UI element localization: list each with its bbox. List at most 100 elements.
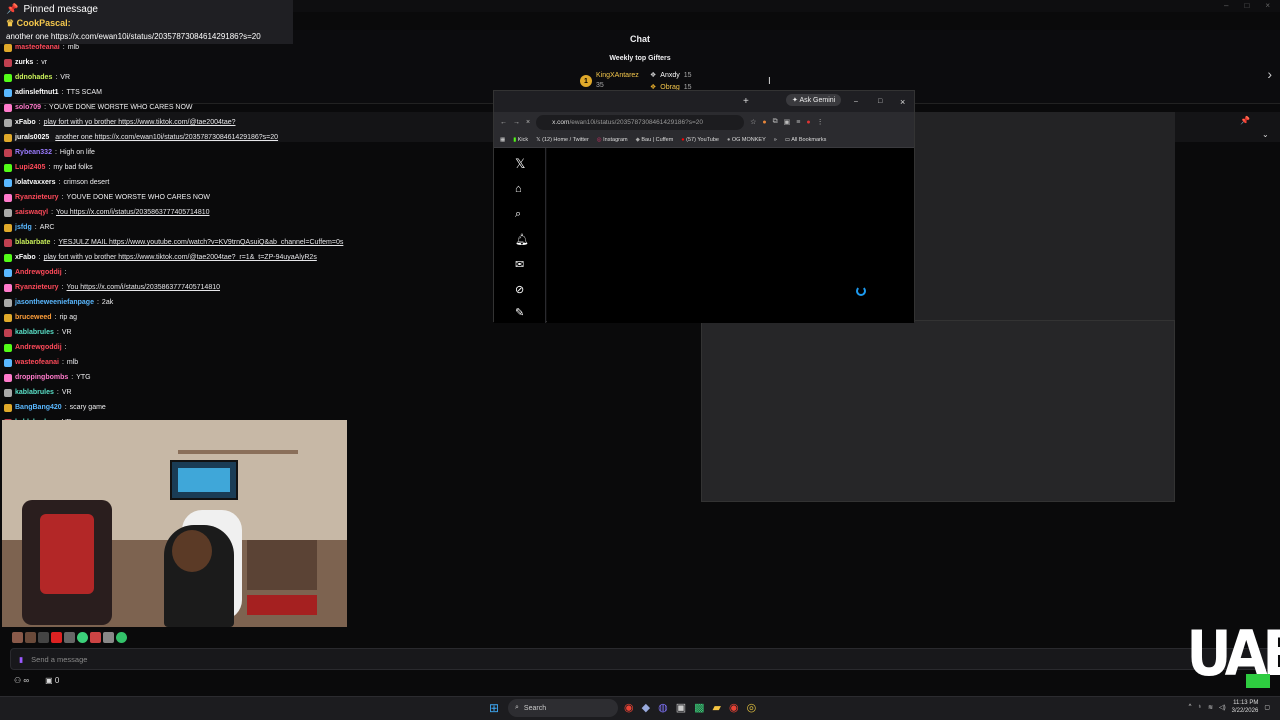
chat-username[interactable]: Andrewgoddij xyxy=(15,265,62,280)
close-icon[interactable]: × xyxy=(900,97,905,107)
chat-username[interactable]: xFabo xyxy=(15,115,36,130)
chat-username[interactable]: adinsleftnut1 xyxy=(15,85,59,100)
windows-start-icon[interactable]: ⊞ xyxy=(489,701,499,715)
steam-icon[interactable]: ◆ xyxy=(642,701,650,714)
viewers[interactable]: ⚇ ∞ xyxy=(14,676,29,685)
chat-username[interactable]: bruceweed xyxy=(15,310,52,325)
chat-username[interactable]: droppingbombs xyxy=(15,370,68,385)
bookmark-instagram[interactable]: ◎ Instagram xyxy=(597,137,628,143)
browser-window[interactable]: + ✦ Ask Gemini – □ × ← → × x.com/ewan10i… xyxy=(493,90,915,323)
discord-icon[interactable]: ◍ xyxy=(658,701,668,714)
mic-icon[interactable]: ♁ xyxy=(1197,704,1202,710)
bookmark-twitter[interactable]: 𝕏 (12) Home / Twitter xyxy=(536,137,589,143)
chat-separator: : xyxy=(34,224,37,231)
ask-gemini-button[interactable]: ✦ Ask Gemini xyxy=(786,94,842,106)
chat-username[interactable]: kablabrules xyxy=(15,385,54,400)
wifi-icon[interactable]: ≋ xyxy=(1208,704,1213,711)
chevron-down-icon[interactable]: ⌄ xyxy=(1262,130,1269,139)
url-input[interactable]: x.com/ewan10i/status/2035787308461429186… xyxy=(536,114,745,130)
maximize-icon[interactable]: □ xyxy=(1244,1,1249,10)
chat-text: another one https://x.com/ewan10i/status… xyxy=(55,134,279,141)
emote-icon[interactable] xyxy=(116,632,127,643)
home-icon[interactable]: ⌂ xyxy=(515,183,522,195)
grok-icon[interactable]: ⊘ xyxy=(515,283,524,296)
new-tab-button[interactable]: + xyxy=(743,96,749,107)
chat-username[interactable]: Rybean332 xyxy=(15,145,52,160)
stop-icon[interactable]: × xyxy=(526,119,530,126)
chat-username[interactable]: Ryanzieteury xyxy=(15,280,59,295)
emote-icon[interactable] xyxy=(90,632,101,643)
puzzle-icon[interactable]: ⧉ xyxy=(773,118,778,126)
more-bookmarks-icon[interactable]: » xyxy=(774,137,777,143)
chat-username[interactable]: jurals0025 xyxy=(15,130,49,145)
folder-icon[interactable]: ▰ xyxy=(713,701,721,714)
app-icon[interactable]: ◎ xyxy=(747,701,757,714)
chevron-up-icon[interactable]: ^ xyxy=(1189,704,1192,710)
emote-icon[interactable] xyxy=(12,632,23,643)
chat-username[interactable]: Lupi2405 xyxy=(15,160,45,175)
x-logo-icon[interactable]: 𝕏 xyxy=(515,156,525,172)
extension-icon[interactable]: ● xyxy=(762,119,766,126)
emote-icon[interactable] xyxy=(103,632,114,643)
chat-username[interactable]: xFabo xyxy=(15,250,36,265)
media-icon[interactable]: ≡ xyxy=(796,119,800,126)
star-icon[interactable]: ☆ xyxy=(750,118,756,126)
chat-username[interactable]: zurks xyxy=(15,55,33,70)
gift-count[interactable]: ▣ 0 xyxy=(45,676,59,685)
minimize-icon[interactable]: – xyxy=(854,98,858,105)
chat-username[interactable]: Andrewgoddij xyxy=(15,340,62,355)
apps-icon[interactable]: ▦ xyxy=(500,137,505,143)
chat-username[interactable]: lolatvaxxers xyxy=(15,175,55,190)
pin-icon[interactable]: 📌 xyxy=(1240,116,1250,125)
chat-username[interactable]: jsfdg xyxy=(15,220,32,235)
kick-icon[interactable]: ▩ xyxy=(694,701,704,714)
bookmark-youtube[interactable]: ● (57) YouTube xyxy=(681,137,719,143)
compose-icon[interactable]: ✎ xyxy=(515,306,524,319)
bookmark-og-monkey[interactable]: ● OG MONKEY xyxy=(727,137,766,143)
chat-username[interactable]: solo709 xyxy=(15,100,41,115)
all-bookmarks[interactable]: ▭ All Bookmarks xyxy=(785,137,827,143)
maximize-icon[interactable]: □ xyxy=(878,98,882,105)
emote-icon[interactable] xyxy=(51,632,62,643)
bell-icon[interactable]: ▢ xyxy=(1264,704,1270,711)
bookmark-kick[interactable]: ▮ Kick xyxy=(513,137,528,143)
mail-icon[interactable]: ✉ xyxy=(515,258,524,271)
emote-icon[interactable] xyxy=(77,632,88,643)
back-icon[interactable]: ← xyxy=(500,119,507,126)
emote-icon[interactable] xyxy=(64,632,75,643)
emote-icon[interactable] xyxy=(25,632,36,643)
volume-icon[interactable]: ◁) xyxy=(1219,704,1226,711)
chat-username[interactable]: kablabrules xyxy=(15,325,54,340)
cast-icon[interactable]: ▣ xyxy=(784,118,791,126)
chrome-icon[interactable]: ◉ xyxy=(729,701,739,714)
search-icon[interactable]: ⌕ xyxy=(515,208,521,221)
profile-icon[interactable]: ● xyxy=(806,119,810,126)
forward-icon[interactable]: → xyxy=(513,119,520,126)
chat-text: ARC xyxy=(39,224,55,231)
chat-username[interactable]: BangBang420 xyxy=(15,400,62,415)
chevron-right-icon[interactable]: › xyxy=(1267,66,1272,82)
mic-icon[interactable]: ▮ xyxy=(19,655,23,664)
gifter-2[interactable]: ❖ Anxdy 15 xyxy=(650,71,692,80)
chat-username[interactable]: blabarbate xyxy=(15,235,50,250)
chat-input[interactable]: ▮ Send a message xyxy=(10,648,1272,670)
pinned-message[interactable]: 📌 Pinned message ♛ CookPascal: another on… xyxy=(0,0,293,44)
chat-username[interactable]: wasteofeanai xyxy=(15,355,59,370)
chat-username[interactable]: Ryanzieteury xyxy=(15,190,59,205)
emote-icon[interactable] xyxy=(38,632,49,643)
chat-text: High on life xyxy=(59,149,95,156)
taskbar-search[interactable]: ⌕ Search xyxy=(508,699,618,717)
gifter-1[interactable]: 1 KingXAntarez 35 xyxy=(580,71,639,91)
chat-username[interactable]: jasontheweeniefanpage xyxy=(15,295,94,310)
badge-icon xyxy=(4,373,12,382)
minimize-icon[interactable]: – xyxy=(1224,1,1228,10)
bookmark-bau[interactable]: ◆ Bau | Cuffem xyxy=(636,137,674,143)
chrome-icon[interactable]: ◉ xyxy=(624,701,634,714)
menu-icon[interactable]: ⋮ xyxy=(817,118,824,126)
chat-username[interactable]: saiswaqyl xyxy=(15,205,48,220)
bell-icon[interactable]: 🔔︎ xyxy=(515,233,529,246)
close-icon[interactable]: × xyxy=(1265,1,1270,10)
clock[interactable]: 11:13 PM 3/22/2026 xyxy=(1232,699,1259,715)
app-icon[interactable]: ▣ xyxy=(676,701,686,714)
chat-username[interactable]: ddnohades xyxy=(15,70,52,85)
